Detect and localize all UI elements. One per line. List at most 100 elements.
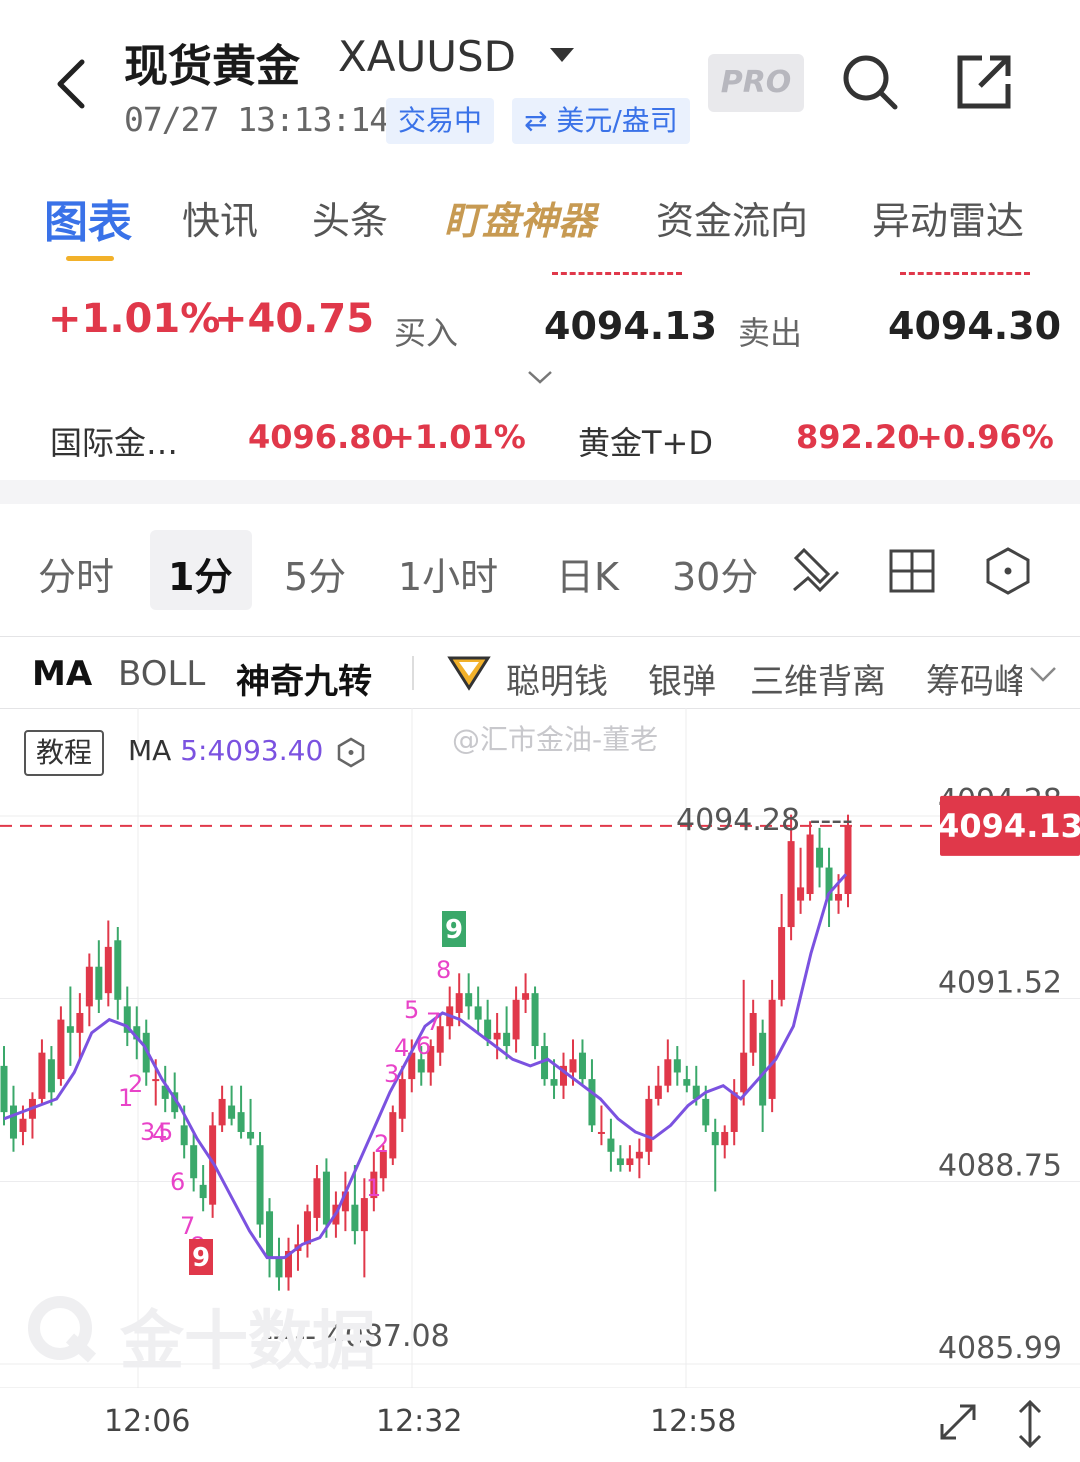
indicator-nine-turn[interactable]: 神奇九转 [236, 654, 372, 703]
symbol-label[interactable]: XAUUSD [338, 32, 516, 81]
period-tab-intraday[interactable]: 分时 [38, 546, 114, 601]
candle-body [721, 1131, 729, 1146]
candle-body [597, 1131, 605, 1134]
nine-turn-marker: 6 [170, 1168, 185, 1196]
candle-body [47, 1059, 55, 1093]
x-tick-label: 12:32 [376, 1404, 463, 1439]
chevron-down-icon[interactable] [1028, 664, 1058, 684]
nine-turn-marker: 5 [158, 1118, 173, 1146]
candle-body [607, 1138, 615, 1152]
candle-body [417, 1059, 425, 1073]
tab-watch-tool[interactable]: 盯盘神器 [444, 190, 596, 245]
indicator-smart-money[interactable]: 聪明钱 [506, 654, 608, 703]
indicator-silver-bullet[interactable]: 银弹 [648, 654, 716, 703]
candle-body [247, 1131, 255, 1139]
active-tab-underline [66, 256, 114, 261]
search-icon[interactable] [840, 52, 900, 112]
candle-body [664, 1059, 672, 1086]
candle-body [0, 1065, 8, 1113]
candle-body [531, 993, 539, 1047]
nine-turn-badge-label: 9 [445, 915, 463, 945]
candle-body [778, 927, 786, 1000]
candle-body [835, 894, 843, 901]
related-price-gold-td: 892.20 [796, 418, 920, 456]
candle-body [389, 1112, 397, 1159]
diamond-icon [447, 656, 491, 691]
related-pct-international-gold: +1.01% [388, 418, 526, 456]
candle-body [550, 1079, 558, 1086]
candle-body [104, 946, 112, 994]
last-price-label: 4094.13 [937, 807, 1080, 845]
candle-body [76, 1012, 84, 1033]
ma5-line [3, 873, 848, 1260]
ma-settings-icon[interactable] [336, 736, 366, 768]
candle-body [787, 841, 795, 928]
tab-news-flash[interactable]: 快讯 [182, 190, 258, 245]
candle-body [816, 847, 824, 868]
nine-turn-marker: 6 [416, 1032, 431, 1060]
y-tick-label: 4088.75 [938, 1149, 1062, 1184]
candle-body [626, 1158, 634, 1166]
candle-body [313, 1178, 321, 1218]
related-name-gold-td[interactable]: 黄金T+D [578, 418, 713, 464]
scroll-dashes [900, 272, 1030, 276]
period-tab-daily[interactable]: 日K [556, 546, 619, 601]
tab-headlines[interactable]: 头条 [312, 190, 388, 245]
candle-body [360, 1198, 368, 1232]
logo-watermark: 金十数据 [120, 1305, 376, 1379]
change-amount: +40.75 [214, 296, 375, 342]
tab-fund-flow[interactable]: 资金流向 [656, 190, 808, 245]
indicator-chip-peak[interactable]: 筹码峰 [926, 654, 1022, 703]
candlestick-chart[interactable]: 4094.284091.524088.754085.994094.134094.… [0, 708, 1080, 1388]
candle-body [702, 1098, 710, 1126]
layout-grid-icon[interactable] [888, 548, 936, 594]
sell-label: 卖出 [738, 314, 803, 352]
period-tab-30min[interactable]: 30分 [672, 546, 758, 601]
indicator-3d-divergence[interactable]: 三维背离 [750, 654, 886, 703]
period-tab-5min[interactable]: 5分 [284, 546, 346, 601]
period-tab-1hour[interactable]: 1小时 [398, 546, 498, 601]
divider [0, 636, 1080, 637]
candle-body [654, 1085, 662, 1099]
indicator-ma[interactable]: MA [32, 654, 92, 694]
nine-turn-marker: 2 [128, 1070, 143, 1098]
related-name-international-gold[interactable]: 国际金… [50, 418, 178, 464]
vertical-resize-icon[interactable] [1012, 1398, 1048, 1450]
candle-body [57, 1019, 65, 1080]
candle-body [218, 1098, 226, 1126]
share-icon[interactable] [954, 52, 1014, 112]
nine-turn-marker: 8 [436, 956, 451, 984]
candle-body [95, 966, 103, 1000]
candle-body [512, 999, 520, 1040]
tutorial-button[interactable]: 教程 [24, 730, 104, 776]
buy-price: 4094.13 [544, 304, 718, 348]
candle-body [797, 887, 805, 901]
tab-anomaly-radar[interactable]: 异动雷达 [872, 190, 1024, 245]
related-pct-gold-td: +0.96% [916, 418, 1054, 456]
candle-body [635, 1151, 643, 1159]
draw-line-icon[interactable] [790, 544, 842, 596]
related-price-international-gold: 4096.80 [248, 418, 394, 456]
y-tick-label: 4091.52 [938, 965, 1062, 1000]
candle-body [9, 1105, 17, 1139]
expand-chevron-icon[interactable] [526, 368, 554, 386]
fullscreen-icon[interactable] [934, 1398, 982, 1446]
pro-badge[interactable]: PRO [708, 54, 804, 112]
caret-down-icon[interactable] [548, 44, 576, 66]
settings-hexagon-icon[interactable] [984, 546, 1032, 596]
watermark-text: @汇市金油-董老 [452, 723, 659, 756]
period-tab-1min[interactable]: 1分 [168, 546, 232, 601]
candle-body [85, 966, 93, 1007]
candle-body [474, 1006, 482, 1020]
indicator-boll[interactable]: BOLL [118, 654, 205, 694]
candle-body [351, 1204, 359, 1232]
tab-chart[interactable]: 图表 [44, 186, 132, 250]
candle-body [683, 1079, 691, 1086]
candle-body [199, 1184, 207, 1199]
currency-unit-badge[interactable]: ⇄ 美元/盎司 [512, 98, 690, 144]
candle-body [455, 993, 463, 1013]
candle-body [730, 1092, 738, 1132]
back-arrow-icon[interactable] [48, 52, 96, 116]
candle-body [493, 1032, 501, 1040]
candle-body [266, 1211, 274, 1258]
